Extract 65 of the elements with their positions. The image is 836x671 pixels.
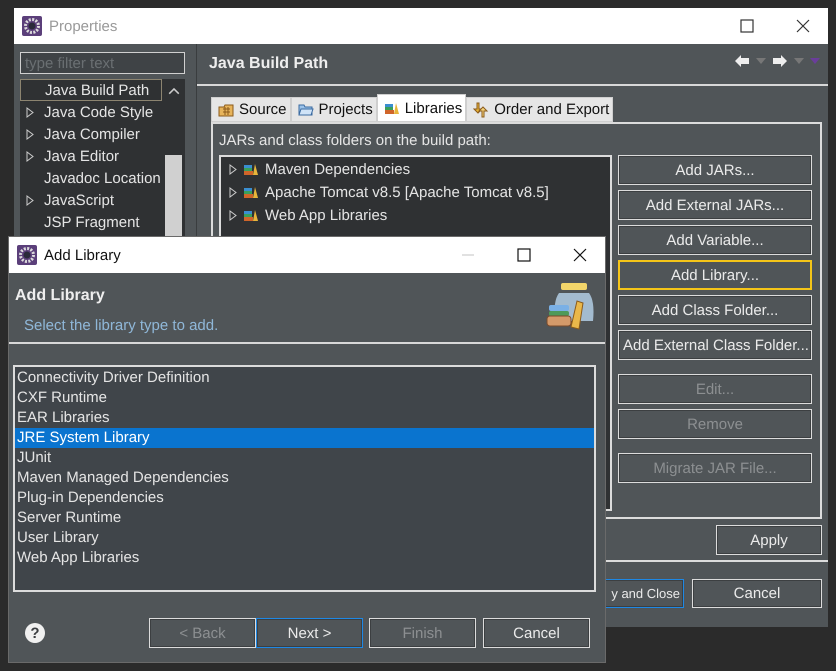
- maximize-icon[interactable]: [740, 19, 754, 33]
- build-path-entry[interactable]: Web App Libraries: [221, 204, 610, 227]
- apply-button[interactable]: Apply: [716, 525, 822, 555]
- wizard-button[interactable]: Cancel: [483, 618, 590, 648]
- window-title: Add Library: [44, 246, 122, 264]
- library-type-item[interactable]: JRE System Library: [15, 428, 594, 448]
- side-button[interactable]: Add Class Folder...: [618, 295, 812, 325]
- tab[interactable]: Source: [211, 97, 291, 122]
- expand-icon[interactable]: [229, 187, 237, 198]
- library-type-item[interactable]: Plug-in Dependencies: [15, 488, 594, 508]
- dialog-button[interactable]: Cancel: [692, 579, 822, 608]
- scroll-up-icon[interactable]: [168, 87, 180, 95]
- expand-icon[interactable]: [26, 194, 34, 206]
- dialog-description: Select the library type to add.: [23, 317, 218, 334]
- side-button[interactable]: Add External JARs...: [618, 190, 812, 220]
- build-path-entry[interactable]: Apache Tomcat v8.5 [Apache Tomcat v8.5]: [221, 181, 610, 204]
- library-icon: [243, 209, 259, 222]
- tab[interactable]: Libraries: [376, 94, 466, 122]
- library-type-list[interactable]: Connectivity Driver Definition CXF Runtime EAR Libraries JRE System Library JUnit Maven Managed Dependencies Plug-in Dependencies Server Runtime User Library Web App Libraries: [13, 365, 596, 592]
- library-type-item[interactable]: Server Runtime: [15, 508, 594, 528]
- gear-icon: [17, 245, 37, 265]
- library-type-item[interactable]: JUnit: [15, 448, 594, 468]
- expand-icon[interactable]: [26, 128, 34, 140]
- build-path-entry[interactable]: Maven Dependencies: [221, 158, 610, 181]
- library-type-item[interactable]: User Library: [15, 528, 594, 548]
- order-arrows-icon: [473, 102, 490, 118]
- library-icon: [243, 163, 259, 176]
- close-icon[interactable]: [573, 248, 587, 262]
- window-title: Properties: [49, 18, 118, 34]
- library-type-item[interactable]: Connectivity Driver Definition: [15, 368, 594, 388]
- library-type-item[interactable]: EAR Libraries: [15, 408, 594, 428]
- tree-item[interactable]: Java Compiler: [20, 123, 162, 145]
- side-button[interactable]: Add JARs...: [618, 155, 812, 185]
- library-icon: [243, 186, 259, 199]
- expand-icon[interactable]: [229, 210, 237, 221]
- forward-arrow-icon[interactable]: [772, 54, 788, 68]
- build-path-label: JARs and class folders on the build path:: [219, 132, 492, 149]
- page-title: Java Build Path: [209, 55, 328, 73]
- side-button[interactable]: Add Variable...: [618, 225, 812, 255]
- tree-item[interactable]: Java Editor: [20, 145, 162, 167]
- maximize-icon[interactable]: [517, 248, 531, 262]
- tree-item[interactable]: Java Code Style: [20, 101, 162, 123]
- library-type-item[interactable]: CXF Runtime: [15, 388, 594, 408]
- back-arrow-icon[interactable]: [734, 54, 750, 68]
- tree-item[interactable]: JavaScript: [20, 189, 162, 211]
- library-type-item[interactable]: Maven Managed Dependencies: [15, 468, 594, 488]
- tab[interactable]: Projects: [290, 97, 377, 122]
- expand-icon[interactable]: [229, 164, 237, 175]
- close-icon[interactable]: [796, 19, 810, 33]
- help-button[interactable]: ?: [25, 623, 45, 643]
- side-button[interactable]: Add External Class Folder...: [618, 330, 812, 360]
- library-icon: [384, 101, 400, 115]
- expand-icon[interactable]: [26, 150, 34, 162]
- tree-item[interactable]: JSP Fragment: [20, 211, 162, 233]
- folder-icon: [298, 102, 314, 116]
- wizard-button[interactable]: Next >: [256, 618, 363, 648]
- library-type-item[interactable]: Web App Libraries: [15, 548, 594, 568]
- gear-icon: [22, 16, 42, 36]
- tree-item[interactable]: Java Build Path: [20, 79, 162, 101]
- side-button[interactable]: Add Library...: [618, 260, 812, 290]
- expand-icon[interactable]: [26, 106, 34, 118]
- dialog-heading: Add Library: [15, 287, 106, 305]
- tree-item[interactable]: Javadoc Location: [20, 167, 162, 189]
- source-folder-icon: [218, 102, 234, 116]
- tab[interactable]: Order and Export: [466, 97, 614, 122]
